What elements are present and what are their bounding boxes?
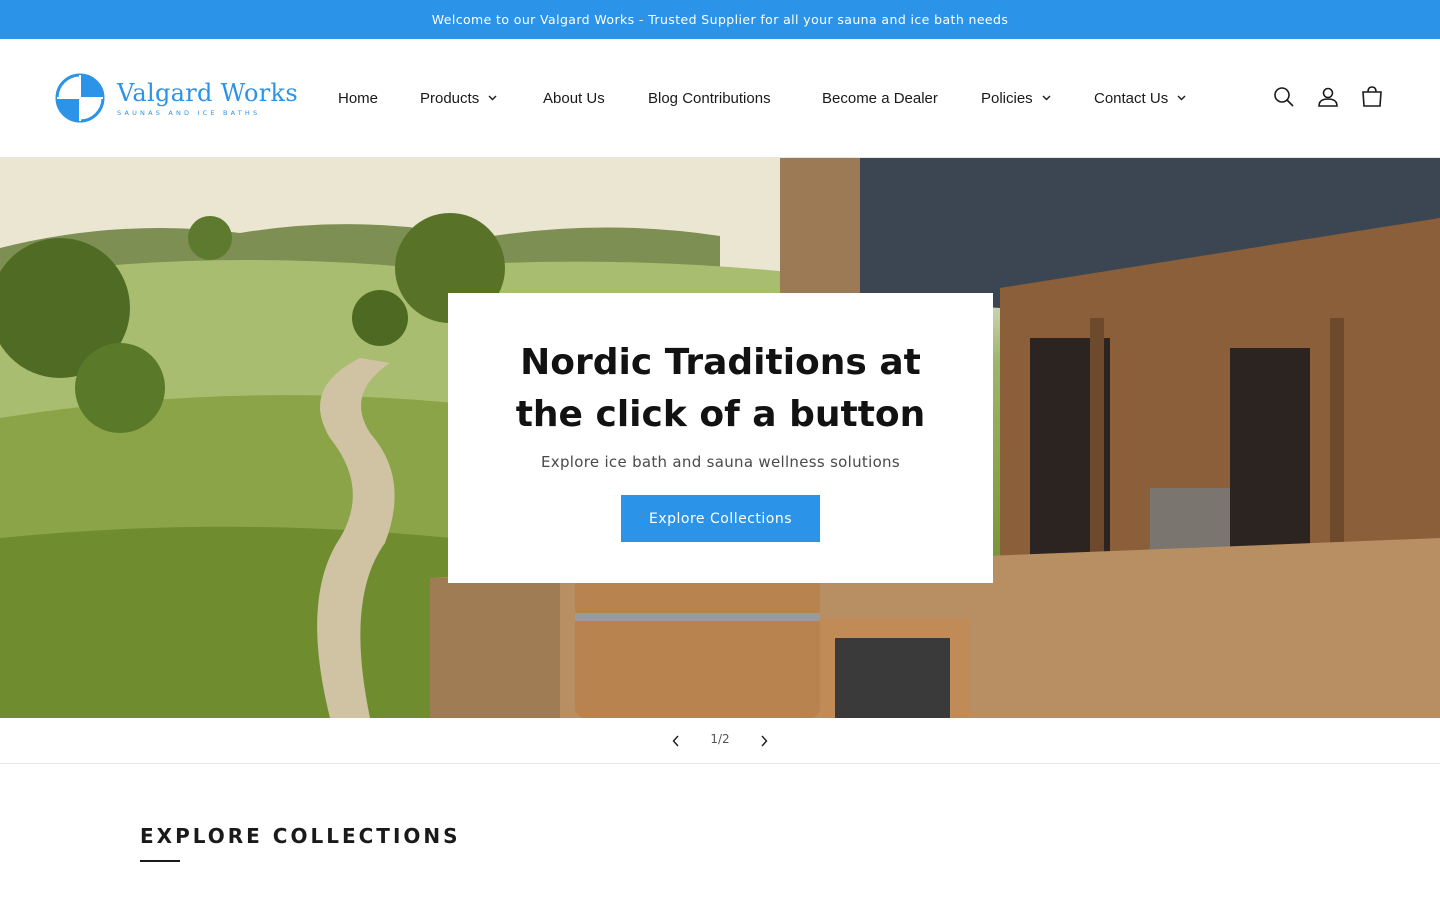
account-icon[interactable] (1315, 84, 1341, 110)
explore-collections-button[interactable]: Explore Collections (621, 495, 820, 542)
nav-item-about-us[interactable]: About Us (543, 78, 605, 118)
nav-label: About Us (543, 89, 605, 107)
nav-item-home[interactable]: Home (338, 78, 378, 118)
nav-label: Become a Dealer (822, 89, 938, 107)
heading-underline (140, 860, 180, 862)
nav-label: Products (420, 89, 480, 107)
cart-icon[interactable] (1359, 84, 1385, 110)
chevron-down-icon (488, 95, 497, 101)
nav-label: Blog Contributions (648, 89, 771, 107)
hero-title: Nordic Traditions at the click of a butt… (515, 342, 926, 435)
search-icon[interactable] (1271, 84, 1297, 110)
announcement-text: Welcome to our Valgard Works - Trusted S… (431, 12, 1009, 27)
collections-heading: EXPLORE COLLECTIONS (140, 824, 461, 848)
nav-item-become-a-dealer[interactable]: Become a Dealer (822, 78, 938, 118)
announcement-bar: Welcome to our Valgard Works - Trusted S… (0, 0, 1440, 39)
site-header: Valgard Works SAUNAS AND ICE BATHS Home … (0, 39, 1440, 158)
slideshow-controls: 1/2 (0, 718, 1440, 764)
nav-label: Policies (981, 89, 1033, 107)
next-slide-button[interactable] (754, 731, 774, 751)
nav-item-contact-us[interactable]: Contact Us (1094, 78, 1186, 118)
nav-label: Contact Us (1094, 89, 1169, 107)
hero-slideshow: Nordic Traditions at the click of a butt… (0, 158, 1440, 718)
chevron-down-icon (1177, 95, 1186, 101)
nav-item-policies[interactable]: Policies (981, 78, 1051, 118)
hero-subtitle: Explore ice bath and sauna wellness solu… (541, 453, 900, 471)
nav-item-products[interactable]: Products (420, 78, 497, 118)
previous-slide-button[interactable] (666, 731, 686, 751)
main-nav: Home Products About Us Blog Contribution… (0, 78, 1440, 118)
slide-counter: 1/2 (710, 732, 730, 746)
hero-content-card: Nordic Traditions at the click of a butt… (448, 293, 993, 583)
nav-item-blog-contributions[interactable]: Blog Contributions (648, 78, 771, 118)
nav-label: Home (338, 89, 379, 107)
chevron-down-icon (1042, 95, 1051, 101)
